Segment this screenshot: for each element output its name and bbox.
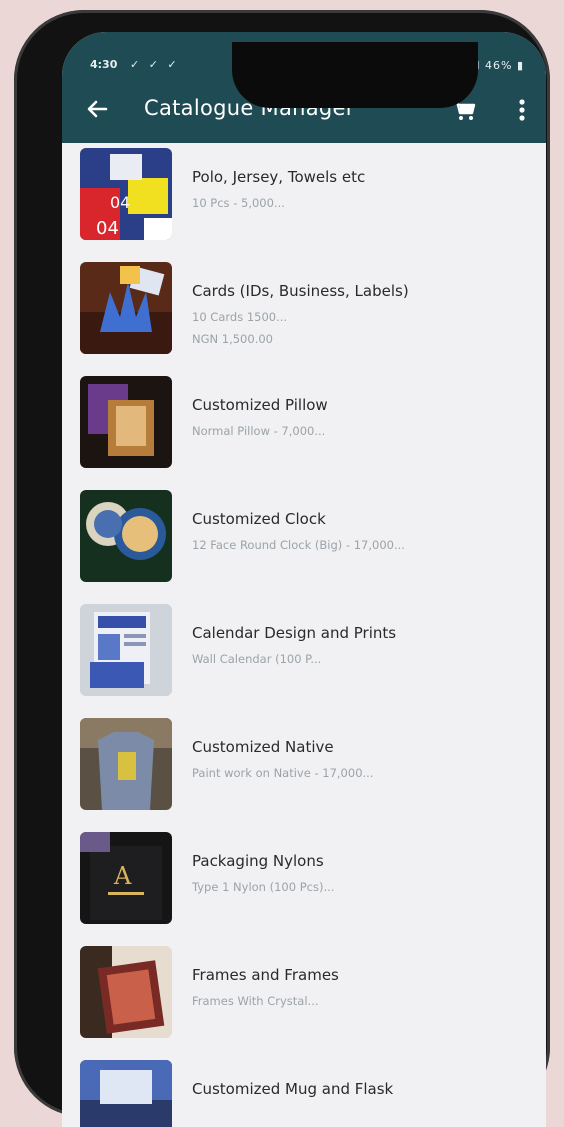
item-description: Type 1 Nylon (100 Pcs)... xyxy=(192,880,335,894)
item-name: Customized Clock xyxy=(192,510,326,528)
item-name: Polo, Jersey, Towels etc xyxy=(192,168,366,186)
item-description: Paint work on Native - 17,000... xyxy=(192,766,374,780)
item-thumbnail xyxy=(80,262,172,354)
item-description: 10 Pcs - 5,000... xyxy=(192,196,285,210)
list-item[interactable]: Cards (IDs, Business, Labels) 10 Cards 1… xyxy=(62,262,546,374)
screen: 4:30 ✓ ✓ ✓ ✱ ᯤ .ıl 46% ▮ Catalogue Manag… xyxy=(62,32,546,1127)
item-description: Wall Calendar (100 P... xyxy=(192,652,322,666)
item-description: Frames With Crystal... xyxy=(192,994,319,1008)
svg-text:A: A xyxy=(113,862,132,890)
list-item[interactable]: Customized Pillow Normal Pillow - 7,000.… xyxy=(62,376,546,488)
item-name: Packaging Nylons xyxy=(192,852,324,870)
item-description: 10 Cards 1500... xyxy=(192,310,288,324)
item-description: Normal Pillow - 7,000... xyxy=(192,424,326,438)
item-price: NGN 1,500.00 xyxy=(192,332,273,346)
item-thumbnail xyxy=(80,604,172,696)
phone-frame: 4:30 ✓ ✓ ✓ ✱ ᯤ .ıl 46% ▮ Catalogue Manag… xyxy=(14,10,550,1127)
item-thumbnail xyxy=(80,376,172,468)
arrow-left-icon xyxy=(87,100,108,118)
list-item[interactable]: A Packaging Nylons Type 1 Nylon (100 Pcs… xyxy=(62,832,546,944)
item-name: Customized Pillow xyxy=(192,396,328,414)
item-name: Customized Mug and Flask xyxy=(192,1080,394,1098)
more-vertical-icon xyxy=(519,99,525,121)
item-name: Frames and Frames xyxy=(192,966,339,984)
svg-text:04: 04 xyxy=(96,218,119,239)
list-item[interactable]: Customized Native Paint work on Native -… xyxy=(62,718,546,830)
back-arrow-icon[interactable] xyxy=(82,94,112,124)
item-name: Customized Native xyxy=(192,738,334,756)
more-options-button[interactable] xyxy=(510,96,534,124)
item-thumbnail xyxy=(80,718,172,810)
list-item[interactable]: Frames and Frames Frames With Crystal... xyxy=(62,946,546,1058)
item-name: Cards (IDs, Business, Labels) xyxy=(192,282,409,300)
notification-icons: ✓ ✓ ✓ xyxy=(130,58,180,71)
status-time: 4:30 xyxy=(90,58,118,71)
item-name: Calendar Design and Prints xyxy=(192,624,397,642)
item-thumbnail: A xyxy=(80,832,172,924)
list-item[interactable]: Customized Clock 12 Face Round Clock (Bi… xyxy=(62,490,546,602)
item-thumbnail xyxy=(80,946,172,1038)
list-item[interactable]: Calendar Design and Prints Wall Calendar… xyxy=(62,604,546,716)
svg-text:04: 04 xyxy=(110,193,130,212)
item-thumbnail xyxy=(80,490,172,582)
camera-notch xyxy=(232,42,478,108)
list-item[interactable]: 04 04 Polo, Jersey, Towels etc 10 Pcs - … xyxy=(62,148,546,260)
item-thumbnail: 04 04 xyxy=(80,148,172,240)
item-description: 12 Face Round Clock (Big) - 17,000... xyxy=(192,538,405,552)
